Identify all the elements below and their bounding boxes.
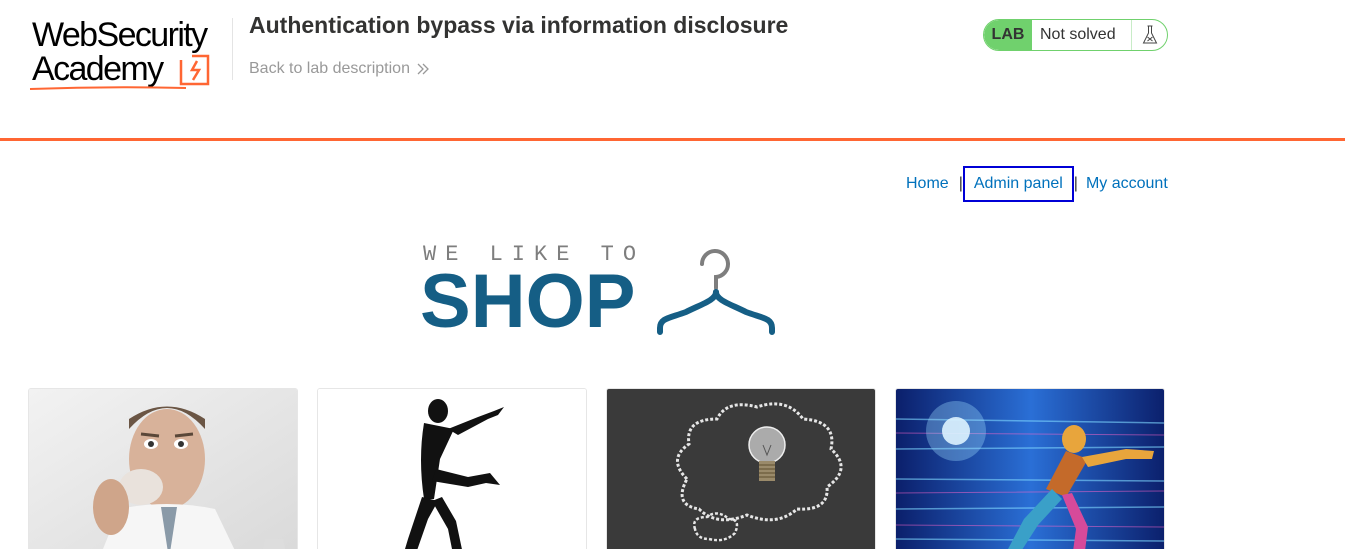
product-card[interactable] [895, 388, 1165, 549]
web-security-academy-logo[interactable]: WebSecurity Academy [28, 16, 232, 92]
back-link-label: Back to lab description [249, 60, 410, 77]
nav-admin-panel-link[interactable]: Admin panel [962, 166, 1074, 202]
silhouette-dancer-image [318, 389, 586, 549]
flask-icon [1131, 20, 1167, 50]
shop-banner: WE LIKE TO SHOP [420, 238, 780, 344]
lab-status-text: Not solved [1040, 26, 1116, 43]
logo-line-2: Academy [32, 50, 164, 88]
logo-bolt-icon [179, 54, 210, 86]
man-eating-cookie-image [29, 389, 297, 549]
banner-title: SHOP [420, 259, 636, 344]
hanger-icon [657, 249, 775, 335]
site-nav: Home | Admin panel | My account [900, 166, 1168, 202]
product-card[interactable] [606, 388, 876, 549]
neon-superhero-image [896, 389, 1164, 549]
logo-underline [29, 86, 187, 90]
lab-badge: LAB [984, 20, 1032, 50]
product-grid [28, 388, 1165, 549]
nav-my-account-link[interactable]: My account [1086, 175, 1168, 193]
header-divider [232, 18, 233, 80]
logo-line-1: WebSecurity [32, 16, 208, 54]
lab-header: WebSecurity Academy Authentication bypas… [0, 0, 1345, 141]
product-card[interactable] [28, 388, 298, 549]
back-to-lab-description-link[interactable]: Back to lab description [249, 60, 430, 78]
lab-title: Authentication bypass via information di… [249, 12, 789, 38]
nav-separator: | [1073, 175, 1078, 192]
product-card[interactable] [317, 388, 587, 549]
lightbulb-chalkboard-image [607, 389, 875, 549]
lab-status-widget: LAB Not solved [983, 19, 1168, 51]
nav-home-link[interactable]: Home [906, 175, 949, 193]
double-chevron-right-icon [417, 63, 429, 75]
